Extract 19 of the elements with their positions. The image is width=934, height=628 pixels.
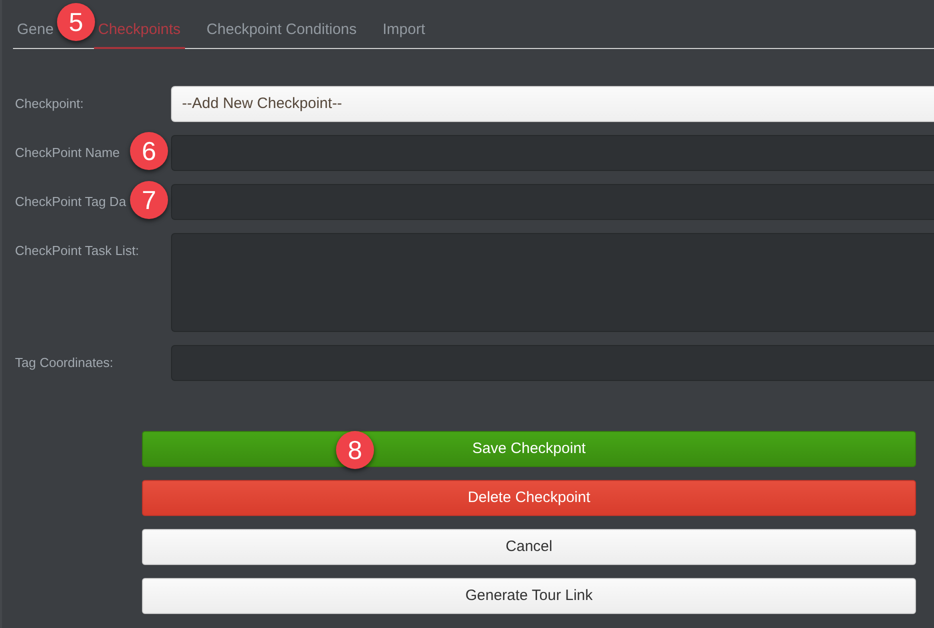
text-field[interactable] [171,135,934,171]
tab[interactable]: Import [378,19,430,49]
text-area[interactable] [171,233,934,332]
field-label: CheckPoint Tag Da [15,194,126,210]
tab[interactable]: Gene [13,19,54,49]
action-button[interactable]: Delete Checkpoint [142,480,916,516]
action-button[interactable]: Cancel [142,529,916,565]
step-marker: 5 [57,3,95,41]
tab[interactable]: Checkpoint Conditions [202,19,361,49]
text-field[interactable] [171,345,934,381]
text-field[interactable] [171,184,934,220]
field-label: Checkpoint: [15,96,84,112]
field-label: CheckPoint Name [15,145,120,161]
field-label: CheckPoint Task List: [15,243,140,259]
step-marker: 6 [130,132,168,170]
field-label: Tag Coordinates: [15,355,114,371]
step-marker: 7 [130,181,168,219]
checkpoint-select[interactable]: --Add New Checkpoint-- [171,86,934,122]
action-button[interactable]: Generate Tour Link [142,578,916,614]
